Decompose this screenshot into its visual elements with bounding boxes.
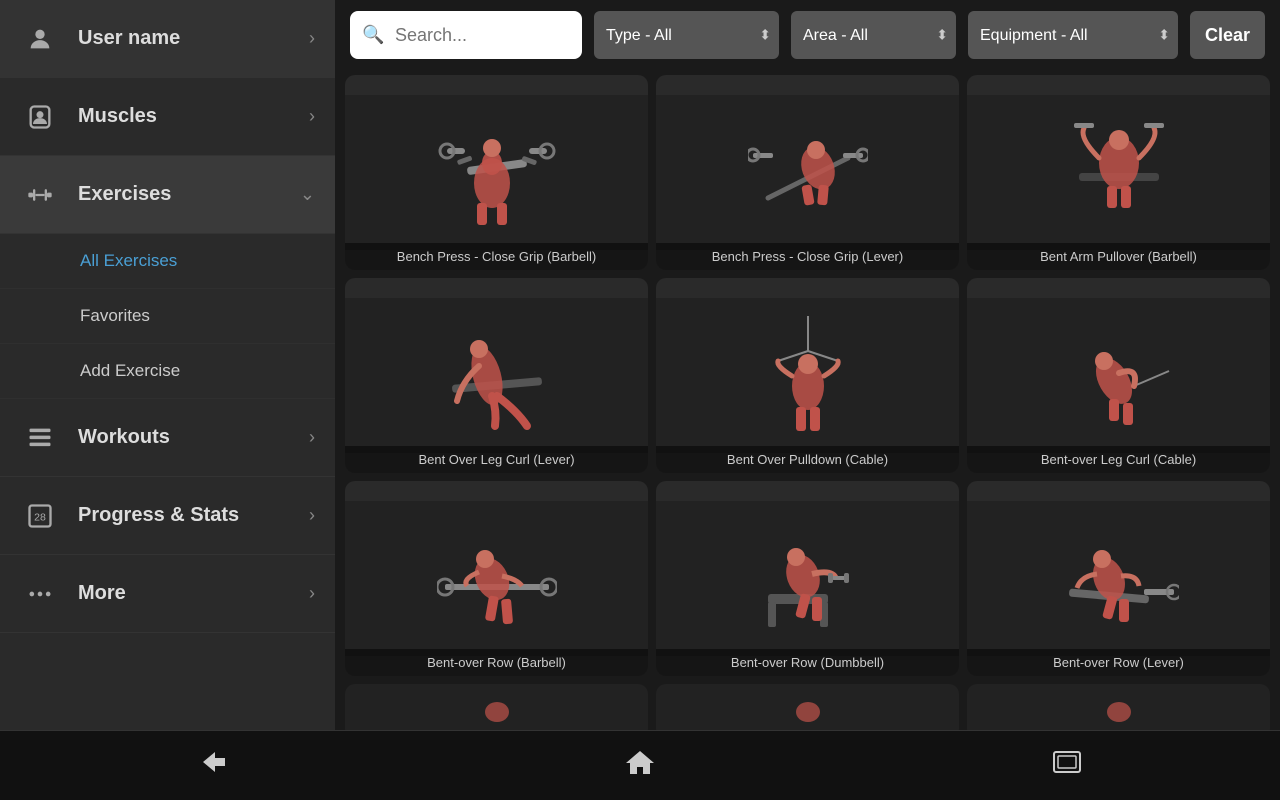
exercise-name: Bent Arm Pullover (Barbell) xyxy=(967,243,1270,270)
exercise-card[interactable]: Bent-over Row (Lever) xyxy=(967,481,1270,676)
sidebar-item-exercises[interactable]: Exercises ⌄ xyxy=(0,156,335,234)
exercise-name: Bent-over Row (Lever) xyxy=(967,649,1270,676)
home-button[interactable] xyxy=(582,738,698,793)
top-bar: 🔍 Type - All Type - Strength Type - Card… xyxy=(335,0,1280,70)
exercise-card[interactable]: Bent-over Row (Dumbbell) xyxy=(656,481,959,676)
submenu-add-exercise[interactable]: Add Exercise xyxy=(0,344,335,399)
exercises-submenu: All Exercises Favorites Add Exercise xyxy=(0,234,335,399)
exercise-grid: Bench Press - Close Grip (Barbell) Bench… xyxy=(335,70,1280,730)
svg-text:28: 28 xyxy=(34,511,46,523)
area-filter-wrapper: Area - All Area - Chest Area - Back xyxy=(791,11,956,59)
main-content: 🔍 Type - All Type - Strength Type - Card… xyxy=(335,0,1280,730)
exercise-card[interactable]: Bench Press - Close Grip (Lever) xyxy=(656,75,959,270)
clear-button[interactable]: Clear xyxy=(1190,11,1265,59)
recent-button[interactable] xyxy=(1009,738,1125,793)
search-icon: 🔍 xyxy=(362,25,384,46)
exercise-name: Bench Press - Close Grip (Lever) xyxy=(656,243,959,270)
equipment-filter[interactable]: Equipment - All Equipment - Barbell Equi… xyxy=(968,11,1178,59)
exercises-section: Exercises ⌄ All Exercises Favorites Add … xyxy=(0,156,335,399)
progress-chevron-icon: › xyxy=(309,505,315,526)
exercise-image xyxy=(967,501,1270,656)
exercise-name: Bent-over Row (Dumbbell) xyxy=(656,649,959,676)
workouts-chevron-icon: › xyxy=(309,427,315,448)
exercise-image-partial xyxy=(967,684,1270,730)
more-chevron-icon: › xyxy=(309,583,315,604)
exercise-card-partial[interactable] xyxy=(345,684,648,730)
type-filter[interactable]: Type - All Type - Strength Type - Cardio xyxy=(594,11,779,59)
sidebar-item-workouts[interactable]: Workouts › xyxy=(0,399,335,477)
muscles-chevron-icon: › xyxy=(309,106,315,127)
exercises-chevron-icon: ⌄ xyxy=(300,184,315,205)
exercise-card[interactable]: Bent Over Leg Curl (Lever) xyxy=(345,278,648,473)
exercise-card[interactable]: Bent-over Leg Curl (Cable) xyxy=(967,278,1270,473)
exercise-image xyxy=(967,298,1270,453)
sidebar-item-progress[interactable]: 28 Progress & Stats › xyxy=(0,477,335,555)
sidebar: User name › Muscles › xyxy=(0,0,335,730)
submenu-all-exercises[interactable]: All Exercises xyxy=(0,234,335,289)
muscles-icon xyxy=(20,97,60,137)
equipment-filter-wrapper: Equipment - All Equipment - Barbell Equi… xyxy=(968,11,1178,59)
sidebar-item-user[interactable]: User name › xyxy=(0,0,335,78)
exercise-image xyxy=(656,501,959,656)
exercise-card[interactable]: Bent Arm Pullover (Barbell) xyxy=(967,75,1270,270)
progress-icon: 28 xyxy=(20,496,60,536)
search-input[interactable] xyxy=(350,11,582,59)
exercise-image xyxy=(656,298,959,453)
exercise-image-partial xyxy=(345,684,648,730)
exercise-image xyxy=(345,501,648,656)
sidebar-item-more[interactable]: More › xyxy=(0,555,335,633)
more-icon xyxy=(20,574,60,614)
type-filter-wrapper: Type - All Type - Strength Type - Cardio xyxy=(594,11,779,59)
exercise-name: Bench Press - Close Grip (Barbell) xyxy=(345,243,648,270)
exercise-card-partial[interactable] xyxy=(656,684,959,730)
exercise-card[interactable]: Bent Over Pulldown (Cable) xyxy=(656,278,959,473)
exercise-image xyxy=(345,298,648,453)
exercise-name: Bent Over Pulldown (Cable) xyxy=(656,446,959,473)
exercise-card[interactable]: Bench Press - Close Grip (Barbell) xyxy=(345,75,648,270)
exercise-name: Bent Over Leg Curl (Lever) xyxy=(345,446,648,473)
exercise-image-partial xyxy=(656,684,959,730)
submenu-favorites[interactable]: Favorites xyxy=(0,289,335,344)
exercise-image xyxy=(345,95,648,250)
area-filter[interactable]: Area - All Area - Chest Area - Back xyxy=(791,11,956,59)
search-container: 🔍 xyxy=(350,11,582,59)
workouts-icon xyxy=(20,418,60,458)
user-icon xyxy=(20,19,60,59)
bottom-nav xyxy=(0,730,1280,800)
exercise-card[interactable]: Bent-over Row (Barbell) xyxy=(345,481,648,676)
exercise-card-partial[interactable] xyxy=(967,684,1270,730)
exercises-icon xyxy=(20,175,60,215)
back-button[interactable] xyxy=(155,738,271,793)
exercise-image xyxy=(656,95,959,250)
exercise-image xyxy=(967,95,1270,250)
exercise-name: Bent-over Row (Barbell) xyxy=(345,649,648,676)
user-chevron-icon: › xyxy=(309,28,315,49)
sidebar-item-muscles[interactable]: Muscles › xyxy=(0,78,335,156)
exercise-name: Bent-over Leg Curl (Cable) xyxy=(967,446,1270,473)
